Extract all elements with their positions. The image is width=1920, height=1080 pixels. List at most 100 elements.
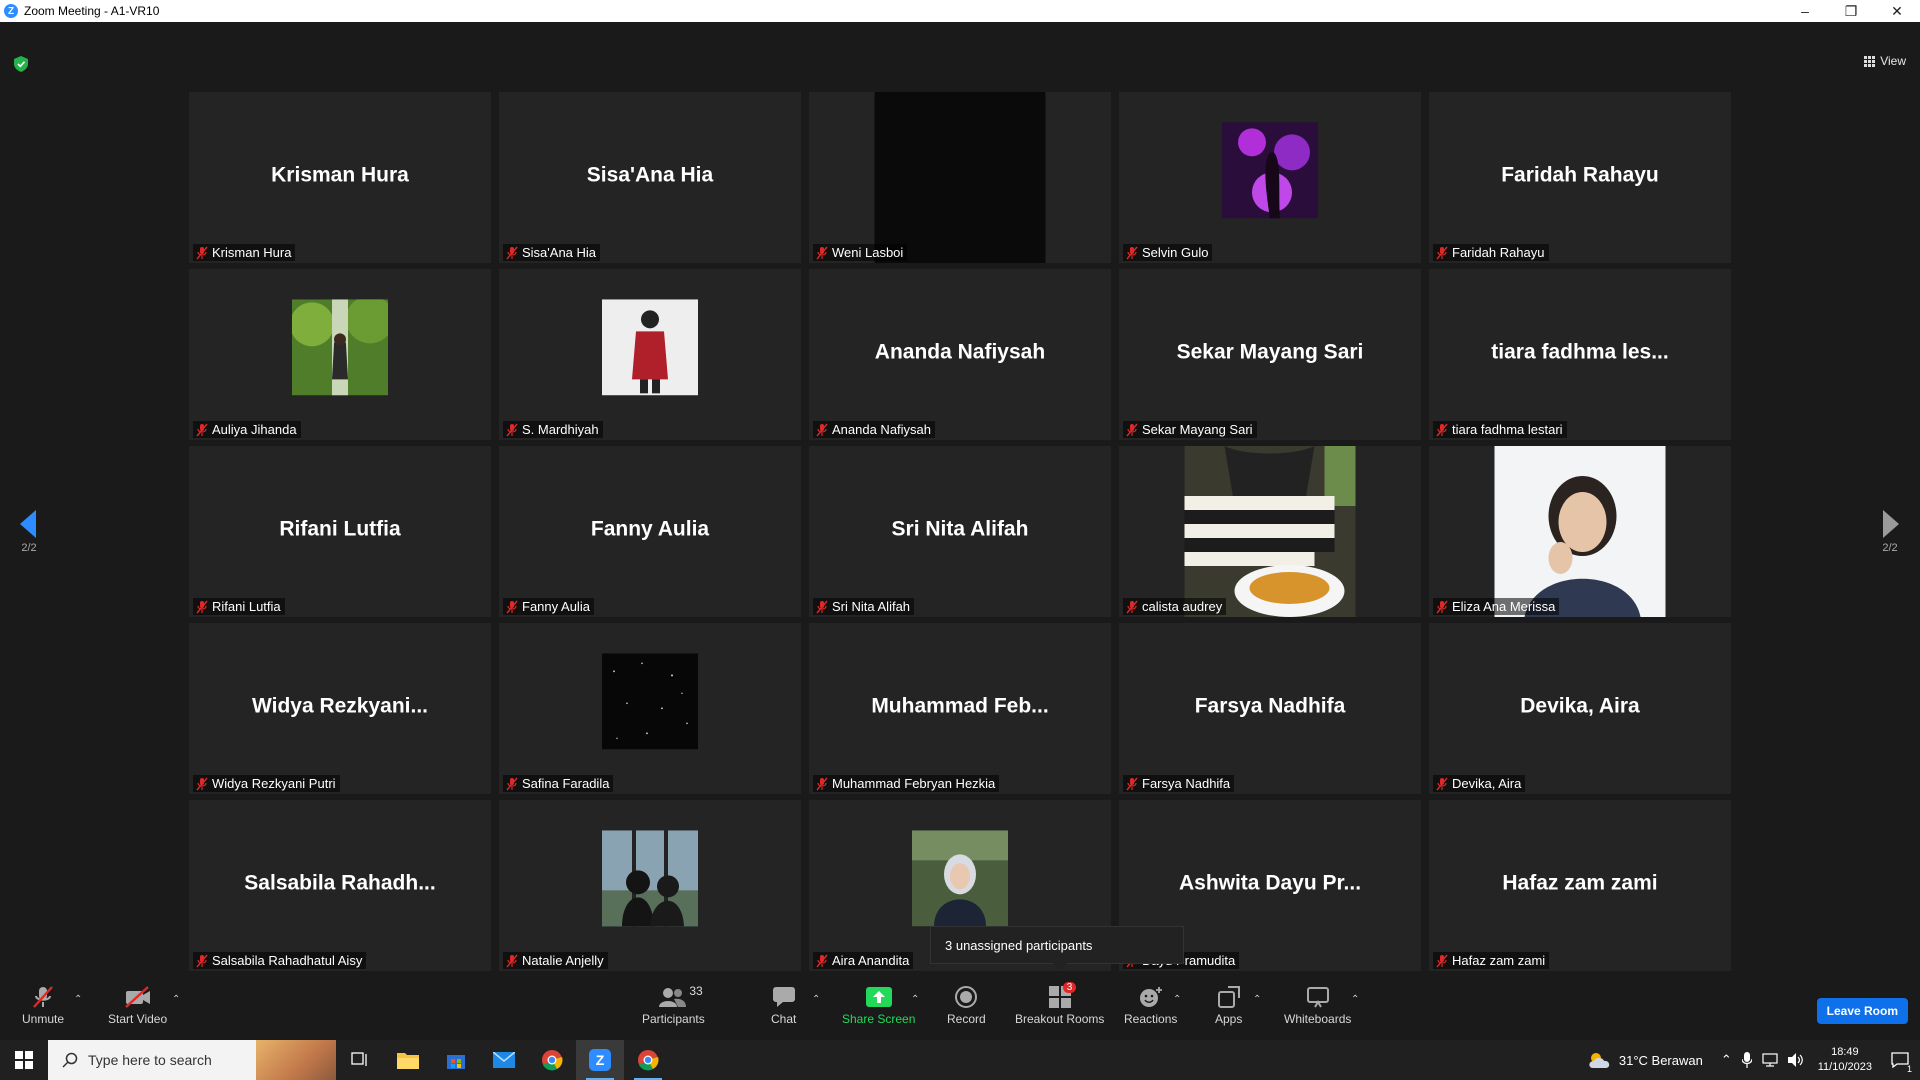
- chrome-icon: [638, 1050, 659, 1071]
- participant-tile[interactable]: Weni Lasboi: [809, 92, 1111, 263]
- participant-name: Rifani Lutfia: [212, 599, 281, 614]
- show-hidden-icons-button[interactable]: ⌃: [1721, 1052, 1732, 1068]
- participant-tile[interactable]: Natalie Anjelly: [499, 800, 801, 971]
- participant-tile[interactable]: Eliza Ana Merissa: [1429, 446, 1731, 617]
- participant-name: Natalie Anjelly: [522, 953, 604, 968]
- participant-tile[interactable]: Krisman Hura Krisman Hura: [189, 92, 491, 263]
- participant-tile[interactable]: Sekar Mayang Sari Sekar Mayang Sari: [1119, 269, 1421, 440]
- restore-button[interactable]: ❐: [1828, 0, 1874, 22]
- apps-options-caret[interactable]: ⌃: [1253, 994, 1261, 1005]
- reactions-label: Reactions: [1124, 1012, 1178, 1026]
- task-view-button[interactable]: [336, 1040, 384, 1080]
- participant-tile[interactable]: S. Mardhiyah: [499, 269, 801, 440]
- participant-tile[interactable]: Muhammad Feb... Muhammad Febryan Hezkia: [809, 623, 1111, 794]
- participant-tile[interactable]: tiara fadhma les... tiara fadhma lestari: [1429, 269, 1731, 440]
- apps-button[interactable]: Apps: [1215, 984, 1242, 1026]
- participant-tile[interactable]: Auliya Jihanda: [189, 269, 491, 440]
- muted-mic-icon: [1436, 954, 1448, 967]
- leave-room-button[interactable]: Leave Room: [1816, 998, 1908, 1024]
- unmute-button[interactable]: Unmute: [22, 984, 64, 1026]
- minimize-button[interactable]: –: [1782, 0, 1828, 22]
- zoom-taskbar-button[interactable]: Z: [576, 1040, 624, 1080]
- participant-tile[interactable]: Widya Rezkyani... Widya Rezkyani Putri: [189, 623, 491, 794]
- record-icon: [955, 986, 978, 1008]
- encryption-shield-icon[interactable]: [14, 56, 28, 72]
- participant-display-name: Ananda Nafiysah: [874, 340, 1046, 364]
- participant-tile[interactable]: calista audrey: [1119, 446, 1421, 617]
- video-options-caret[interactable]: ⌃: [172, 994, 180, 1005]
- breakout-rooms-button[interactable]: 3 Breakout Rooms: [1015, 982, 1105, 1026]
- chrome-profile-button[interactable]: [624, 1040, 672, 1080]
- muted-mic-icon: [196, 246, 208, 259]
- zoom-icon: Z: [589, 1049, 611, 1071]
- search-placeholder: Type here to search: [88, 1052, 212, 1068]
- next-page-button[interactable]: 2/2: [1878, 510, 1902, 554]
- participant-display-name: Sri Nita Alifah: [891, 517, 1029, 541]
- participant-tile[interactable]: Selvin Gulo: [1119, 92, 1421, 263]
- whiteboards-button[interactable]: Whiteboards: [1284, 984, 1351, 1026]
- mail-button[interactable]: [480, 1040, 528, 1080]
- participant-tile[interactable]: Hafaz zam zami Hafaz zam zami: [1429, 800, 1731, 971]
- previous-page-button[interactable]: 2/2: [17, 510, 41, 554]
- clock[interactable]: 18:49 11/10/2023: [1818, 1045, 1872, 1075]
- participant-name-label: tiara fadhma lestari: [1433, 421, 1567, 438]
- taskbar-search-box[interactable]: Type here to search: [48, 1040, 336, 1080]
- participant-tile[interactable]: Rifani Lutfia Rifani Lutfia: [189, 446, 491, 617]
- page-indicator-left: 2/2: [21, 542, 37, 554]
- chrome-button[interactable]: [528, 1040, 576, 1080]
- reactions-options-caret[interactable]: ⌃: [1173, 994, 1181, 1005]
- network-icon[interactable]: [1762, 1053, 1778, 1067]
- reactions-button[interactable]: Reactions: [1124, 984, 1177, 1026]
- microphone-icon[interactable]: [1741, 1052, 1752, 1068]
- share-screen-button[interactable]: Share Screen: [842, 984, 915, 1026]
- participant-tile[interactable]: Farsya Nadhifa Farsya Nadhifa: [1119, 623, 1421, 794]
- close-button[interactable]: ✕: [1874, 0, 1920, 22]
- muted-mic-icon: [196, 777, 208, 790]
- participant-name: S. Mardhiyah: [522, 422, 599, 437]
- weather-text[interactable]: 31°C Berawan: [1619, 1053, 1703, 1068]
- participant-tile[interactable]: Salsabila Rahadh... Salsabila Rahadhatul …: [189, 800, 491, 971]
- right-arrow-icon: [1883, 510, 1899, 538]
- start-video-label: Start Video: [108, 1012, 168, 1026]
- audio-options-caret[interactable]: ⌃: [74, 994, 82, 1005]
- participant-name: calista audrey: [1142, 599, 1223, 614]
- participant-tile[interactable]: Sri Nita Alifah Sri Nita Alifah: [809, 446, 1111, 617]
- clock-time: 18:49: [1831, 1046, 1859, 1058]
- zoom-logo-icon: Z: [4, 4, 18, 18]
- apps-icon: [1217, 986, 1240, 1008]
- grid-view-icon: [1864, 55, 1876, 67]
- participants-count: 33: [689, 984, 703, 998]
- participant-tile[interactable]: Faridah Rahayu Faridah Rahayu: [1429, 92, 1731, 263]
- search-highlight-image: [256, 1040, 336, 1080]
- start-button[interactable]: [0, 1040, 48, 1080]
- start-video-button[interactable]: Start Video: [108, 984, 167, 1026]
- muted-mic-icon: [1126, 423, 1138, 436]
- participant-name-label: Auliya Jihanda: [193, 421, 301, 438]
- participant-tile[interactable]: Ananda Nafiysah Ananda Nafiysah: [809, 269, 1111, 440]
- chat-button[interactable]: Chat: [771, 984, 796, 1026]
- microsoft-store-button[interactable]: [432, 1040, 480, 1080]
- participant-name-label: Sisa'Ana Hia: [503, 244, 601, 261]
- participant-display-name: Faridah Rahayu: [1501, 163, 1659, 187]
- chat-options-caret[interactable]: ⌃: [812, 994, 820, 1005]
- breakout-rooms-label: Breakout Rooms: [1015, 1012, 1105, 1026]
- participants-button[interactable]: 33 Participants: [642, 984, 705, 1026]
- unassigned-participants-tooltip: 3 unassigned participants: [930, 926, 1184, 970]
- participant-tile[interactable]: Sisa'Ana Hia Sisa'Ana Hia: [499, 92, 801, 263]
- mail-icon: [493, 1052, 515, 1068]
- volume-icon[interactable]: [1787, 1053, 1804, 1067]
- whiteboards-options-caret[interactable]: ⌃: [1351, 994, 1359, 1005]
- windows-logo-icon: [15, 1051, 33, 1069]
- whiteboards-label: Whiteboards: [1284, 1012, 1352, 1026]
- store-icon: [447, 1055, 465, 1069]
- file-explorer-button[interactable]: [384, 1040, 432, 1080]
- muted-mic-icon: [1436, 777, 1448, 790]
- notification-center-button[interactable]: 1: [1880, 1040, 1920, 1080]
- view-button[interactable]: View: [1864, 54, 1906, 68]
- participant-tile[interactable]: Fanny Aulia Fanny Aulia: [499, 446, 801, 617]
- participant-tile[interactable]: Safina Faradila: [499, 623, 801, 794]
- muted-mic-icon: [816, 954, 828, 967]
- record-button[interactable]: Record: [947, 984, 986, 1026]
- share-options-caret[interactable]: ⌃: [911, 994, 919, 1005]
- participant-tile[interactable]: Devika, Aira Devika, Aira: [1429, 623, 1731, 794]
